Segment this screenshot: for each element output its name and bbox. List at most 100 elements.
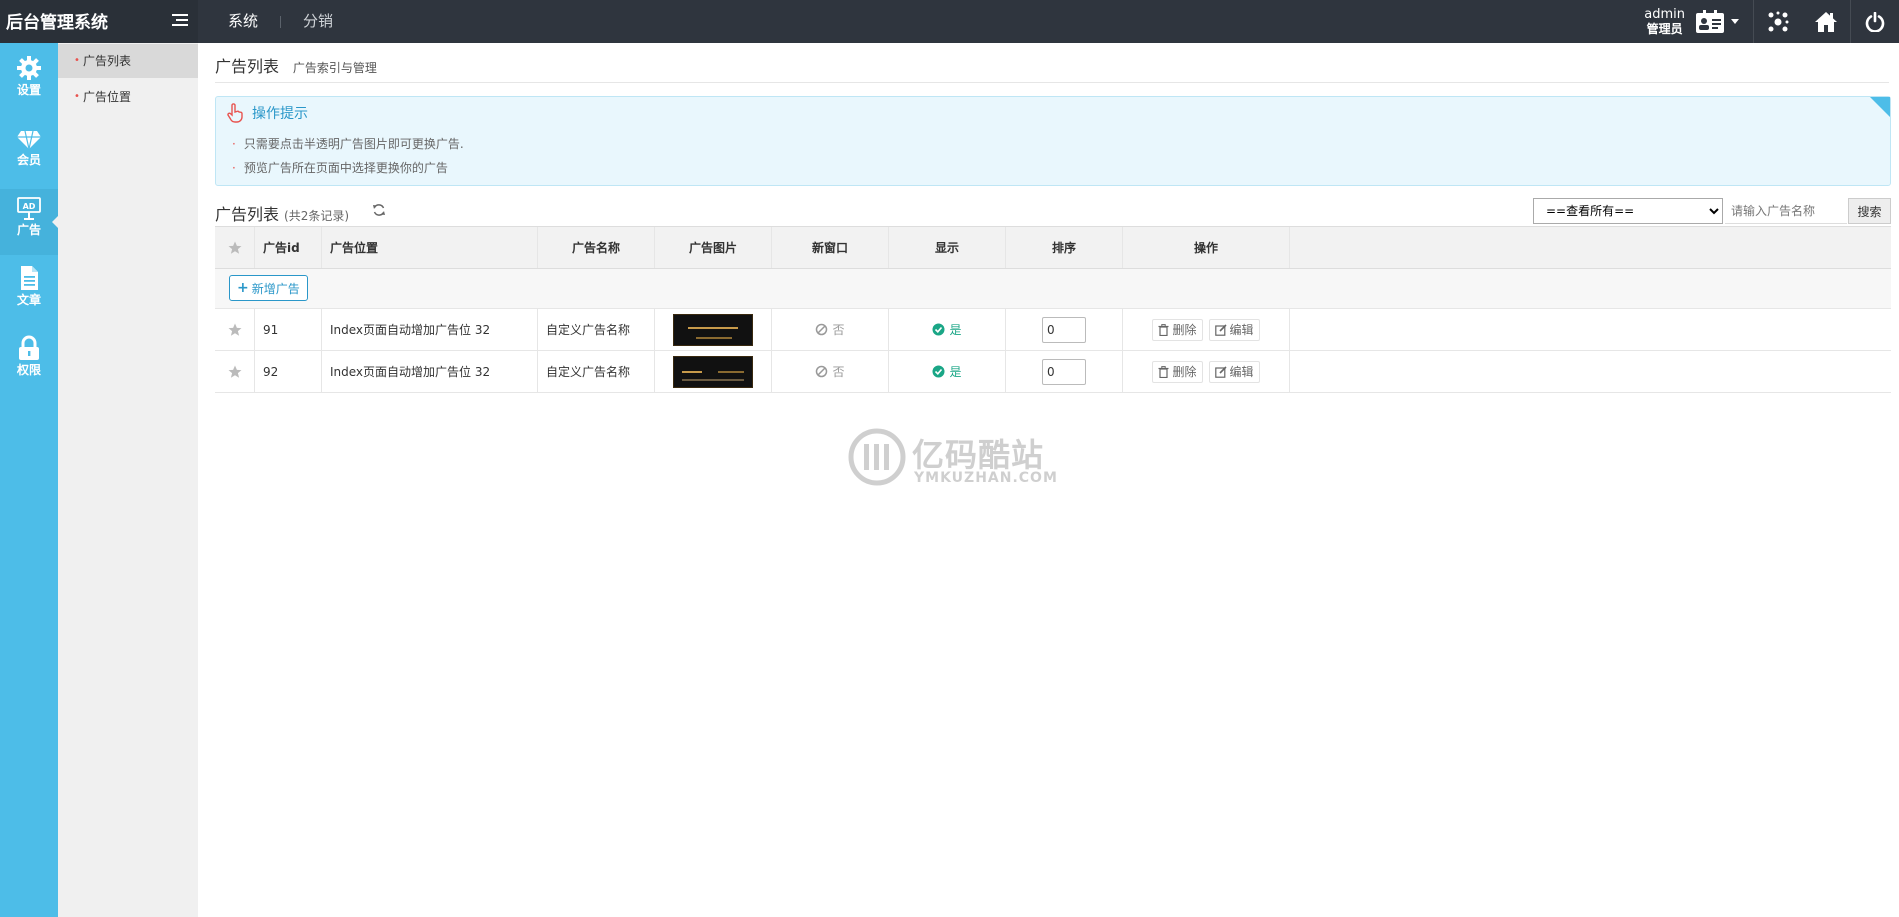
sidebar-label-ads: 广告 [16,223,41,237]
pointer-hand-icon [227,103,243,123]
sort-order-input[interactable] [1042,358,1086,385]
power-icon[interactable] [1851,0,1899,43]
home-icon[interactable] [1802,0,1850,43]
user-name: admin [1644,6,1685,22]
ad-id: 91 [255,309,322,350]
delete-button[interactable]: 删除 [1152,318,1203,341]
column-header[interactable]: 广告名称 [538,227,655,268]
submenu-label-ad-list: 广告列表 [83,54,132,68]
top-nav-distribution[interactable]: 分销 [281,0,355,43]
ad-id: 92 [255,351,322,392]
ad-image-thumbnail[interactable] [673,355,753,388]
check-circle-icon [932,365,945,378]
add-ad-button[interactable]: + 新增广告 [229,275,308,301]
search-button[interactable]: 搜索 [1848,198,1891,224]
refresh-icon[interactable] [372,203,386,217]
watermark-logo-icon [848,428,906,486]
check-circle-icon [932,323,945,336]
submenu-item-ad-list[interactable]: • 广告列表 [58,44,204,78]
document-icon [21,266,38,290]
plus-icon: + [237,280,249,296]
new-window-toggle[interactable]: 否 [815,321,845,338]
column-header[interactable]: 广告id [255,227,322,268]
page-subtitle: 广告索引与管理 [292,61,377,75]
sidebar-label-settings: 设置 [16,83,41,97]
column-header[interactable]: 广告图片 [655,227,772,268]
id-card-icon[interactable] [1695,9,1725,34]
star-icon[interactable] [228,241,242,255]
sidebar-item-members[interactable]: 会员 [0,119,58,185]
record-count: (共2条记录) [284,209,350,223]
tip-line: · 只需要点击半透明广告图片即可更换广告. [232,137,464,151]
sub-menu: • 广告列表 • 广告位置 [58,43,204,917]
delete-button[interactable]: 删除 [1152,360,1203,383]
table-row: 91 Index页面自动增加广告位 32 自定义广告名称 否 是 0 删除 编辑 [215,309,1891,351]
tip-line: · 预览广告所在页面中选择更换你的广告 [232,161,448,175]
ban-icon [816,323,828,336]
ad-name: 自定义广告名称 [538,309,655,350]
search-input[interactable] [1725,198,1847,224]
sidebar-item-settings[interactable]: 设置 [0,49,58,115]
page-header: 广告列表 广告索引与管理 [215,53,1889,83]
top-bar: 后台管理系统 系统 分销 admin 管理员 [0,0,1899,43]
sidebar-item-ads[interactable]: AD 广告 [0,189,58,255]
list-header: 广告列表(共2条记录) ==查看所有== 搜索 [215,198,1891,228]
trash-icon [1158,365,1169,378]
star-icon[interactable] [228,323,242,337]
sidebar-label-members: 会员 [16,153,41,167]
display-toggle[interactable]: 是 [932,363,962,380]
top-right-tools: admin 管理员 [1644,0,1899,43]
ad-name: 自定义广告名称 [538,351,655,392]
ad-position: Index页面自动增加广告位 32 [322,351,538,392]
sidebar-item-permissions[interactable]: 权限 [0,329,58,395]
sort-order-input[interactable] [1042,316,1086,343]
sidebar-label-permissions: 权限 [16,363,41,377]
brand: 后台管理系统 [0,0,198,43]
table-header: 广告id 广告位置 广告名称 广告图片 新窗口 显示 排序 操作 [215,226,1891,269]
edit-button[interactable]: 编辑 [1208,318,1260,341]
app-title: 后台管理系统 [6,13,108,33]
ad-position: Index页面自动增加广告位 32 [322,309,538,350]
icon-sidebar: 设置 会员 AD 广告 文章 权限 [0,43,58,917]
new-window-toggle[interactable]: 否 [815,363,845,380]
svg-text:AD: AD [23,202,36,211]
ad-table: 广告id 广告位置 广告名称 广告图片 新窗口 显示 排序 操作 + 新增广告 9… [215,226,1891,393]
star-icon[interactable] [228,365,242,379]
column-header[interactable]: 新窗口 [772,227,889,268]
submenu-label-ad-positions: 广告位置 [83,90,132,104]
column-header[interactable]: 操作 [1123,227,1290,268]
collapse-corner-icon[interactable] [1870,97,1890,117]
edit-icon [1214,323,1227,336]
sidebar-item-articles[interactable]: 文章 [0,259,58,325]
top-nav-system[interactable]: 系统 [206,0,280,43]
display-toggle[interactable]: 是 [932,321,962,338]
edit-icon [1214,365,1227,378]
cluster-icon[interactable] [1754,0,1802,43]
add-row: + 新增广告 [215,269,1891,309]
submenu-item-ad-positions[interactable]: • 广告位置 [58,80,198,114]
tips-header: 操作提示 [226,103,308,123]
diamond-icon [17,130,41,150]
trash-icon [1158,323,1169,336]
page-title: 广告列表 [215,57,280,76]
tips-panel: 操作提示 · 只需要点击半透明广告图片即可更换广告. · 预览广告所在页面中选择更换… [215,96,1891,186]
lock-icon [19,335,39,360]
sidebar-label-articles: 文章 [16,293,41,307]
top-nav: 系统 分销 [206,0,355,43]
ban-icon [816,365,828,378]
column-header[interactable]: 显示 [889,227,1006,268]
watermark-subtext: YMKUZHAN.COM [914,470,1058,486]
list-title: 广告列表 (共2条记录) [215,205,350,224]
position-filter-select[interactable]: ==查看所有== [1533,198,1723,224]
ad-image-thumbnail[interactable] [673,313,753,346]
column-header[interactable]: 排序 [1006,227,1123,268]
user-role: 管理员 [1646,21,1683,36]
table-row: 92 Index页面自动增加广告位 32 自定义广告名称 否 是 0 删除 编辑 [215,351,1891,393]
dropdown-caret-icon[interactable] [1731,19,1739,24]
edit-button[interactable]: 编辑 [1208,360,1260,383]
menu-toggle-icon[interactable] [172,14,188,28]
column-header[interactable]: 广告位置 [322,227,538,268]
tips-title: 操作提示 [252,106,308,122]
gear-icon [17,56,41,80]
user-info[interactable]: admin 管理员 [1644,6,1685,36]
